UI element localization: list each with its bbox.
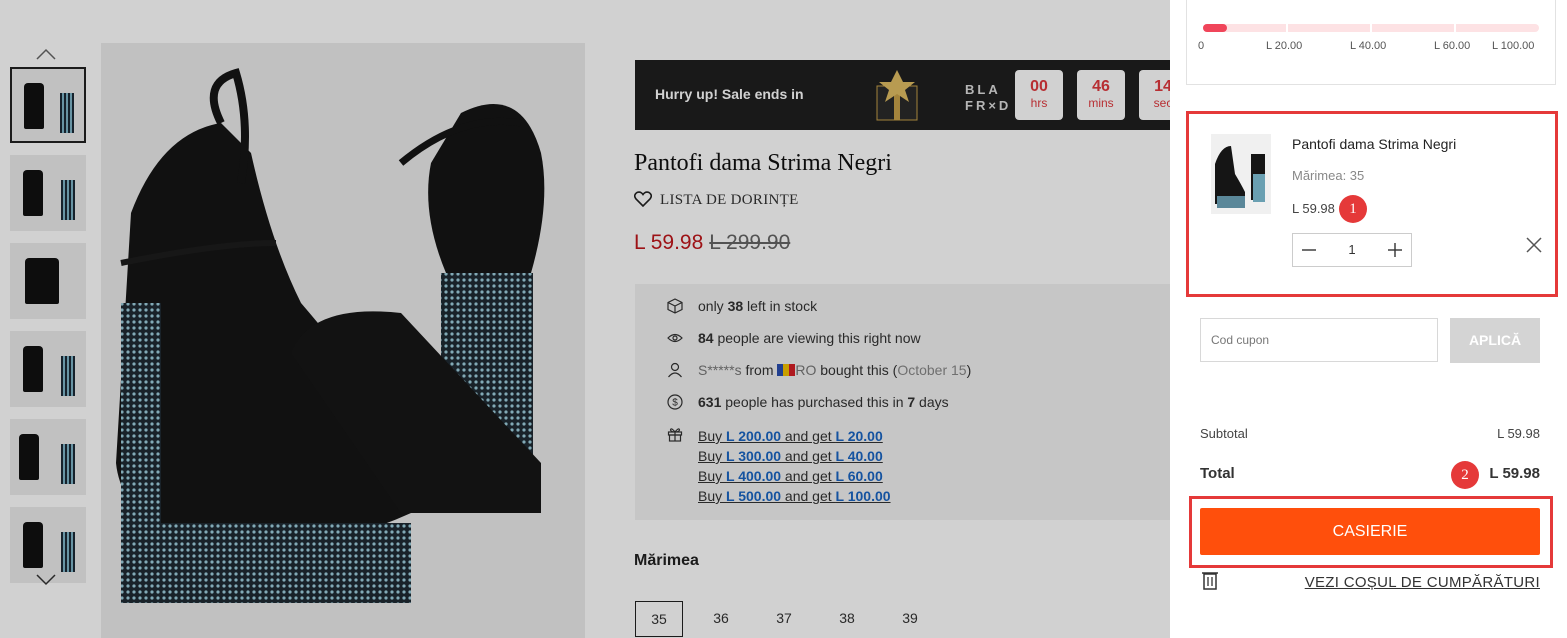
cart-drawer: 0 L 20.00 L 40.00 L 60.00 L 100.00 Panto… (1170, 0, 1567, 638)
apply-coupon-button[interactable]: APLICĂ (1450, 318, 1540, 363)
progress-tick: L 40.00 (1350, 40, 1387, 52)
cart-item-image[interactable] (1211, 134, 1271, 214)
progress-tick: L 20.00 (1266, 40, 1303, 52)
cart-item-price: L 59.98 (1292, 201, 1335, 216)
cart-item-size: Mărimea: 35 (1292, 168, 1365, 183)
cart-item: Pantofi dama Strima Negri Mărimea: 35 L … (1186, 111, 1558, 297)
total-label: Total (1200, 465, 1235, 482)
annotation-badge-1: 1 (1339, 195, 1367, 223)
progress-tick: 0 (1198, 40, 1205, 52)
progress-fill (1203, 24, 1227, 32)
coupon-input[interactable]: Cod cupon (1200, 318, 1438, 362)
remove-item-icon[interactable] (1522, 233, 1546, 257)
progress-bar (1203, 24, 1539, 32)
checkout-button[interactable]: CASIERIE (1200, 508, 1540, 555)
progress-tick: L 60.00 (1434, 40, 1471, 52)
plus-icon[interactable] (1379, 234, 1411, 266)
product-page: Hurry up! Sale ends in BLA FR×D 00 hrs 4… (0, 0, 1170, 638)
minus-icon[interactable] (1293, 234, 1325, 266)
trash-icon[interactable] (1201, 570, 1219, 590)
subtotal-value: L 59.98 (1497, 426, 1540, 441)
drawer-backdrop[interactable] (0, 0, 1170, 638)
quantity-value[interactable]: 1 (1333, 234, 1371, 266)
progress-tick: L 100.00 (1492, 40, 1535, 52)
cart-item-name[interactable]: Pantofi dama Strima Negri (1292, 136, 1456, 152)
quantity-stepper: 1 (1292, 233, 1412, 267)
subtotal-label: Subtotal (1200, 426, 1248, 441)
annotation-badge-2: 2 (1451, 461, 1479, 489)
total-value: L 59.98 (1489, 465, 1540, 482)
free-shipping-progress: 0 L 20.00 L 40.00 L 60.00 L 100.00 (1186, 0, 1556, 85)
view-cart-link[interactable]: VEZI COȘUL DE CUMPĂRĂTURI (1305, 574, 1540, 591)
